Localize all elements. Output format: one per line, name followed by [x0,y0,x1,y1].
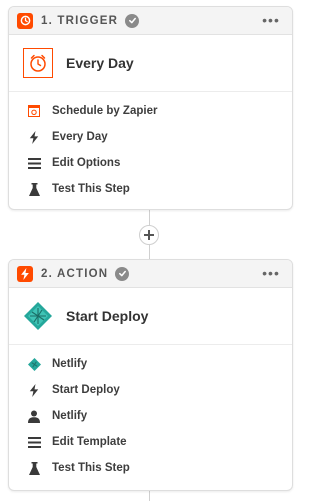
check-icon [125,13,140,28]
substep-event[interactable]: Start Deploy [9,377,292,403]
substep-label: Edit Options [52,157,121,169]
trigger-app-row[interactable]: Every Day [9,35,292,92]
connector-line-end [149,490,150,501]
lines-icon [27,435,41,449]
trigger-substeps: Schedule by Zapier Every Day Edit Option… [9,92,292,202]
substep-label: Netlify [52,410,88,422]
action-more-button[interactable]: ••• [258,263,284,283]
trigger-app-title: Every Day [66,55,134,71]
action-substeps: Netlify Start Deploy Netlify Edit Templa… [9,345,292,481]
check-icon [115,266,130,281]
trigger-more-button[interactable]: ••• [258,10,284,30]
substep-label: Every Day [52,131,108,143]
action-badge-icon [17,265,33,282]
flask-icon [27,182,41,196]
substep-event[interactable]: Every Day [9,124,292,150]
lightning-bolt-icon [27,130,41,144]
lightning-bolt-icon [27,383,41,397]
substep-test[interactable]: Test This Step [9,455,292,481]
substep-label: Netlify [52,358,88,370]
substep-edit-template[interactable]: Edit Template [9,429,292,455]
substep-account[interactable]: Netlify [9,403,292,429]
action-app-title: Start Deploy [66,308,149,324]
trigger-badge-icon [17,12,33,29]
action-step-header[interactable]: 2. ACTION ••• [9,260,292,288]
add-step-button[interactable] [139,225,159,245]
substep-label: Edit Template [52,436,127,448]
action-step-title: 2. ACTION [41,267,109,280]
action-app-row[interactable]: Start Deploy [9,288,292,345]
trigger-step-title: 1. TRIGGER [41,14,119,27]
action-step-card[interactable]: 2. ACTION ••• Start Deploy Netlify Start… [8,259,293,491]
lines-icon [27,156,41,170]
substep-app[interactable]: Netlify [9,351,292,377]
substep-app[interactable]: Schedule by Zapier [9,98,292,124]
schedule-icon [27,104,41,118]
substep-test[interactable]: Test This Step [9,176,292,202]
substep-label: Test This Step [52,183,130,195]
plus-icon [144,230,154,240]
netlify-logo-icon [23,301,53,331]
substep-label: Schedule by Zapier [52,105,158,117]
substep-label: Test This Step [52,462,130,474]
substep-label: Start Deploy [52,384,120,396]
trigger-step-card[interactable]: 1. TRIGGER ••• Every Day Schedule by Zap… [8,6,293,210]
connector-line-bottom [149,245,150,259]
connector-line-top [149,209,150,225]
user-icon [27,409,41,423]
flask-icon [27,461,41,475]
substep-edit-options[interactable]: Edit Options [9,150,292,176]
alarm-clock-icon [23,48,53,78]
trigger-step-header[interactable]: 1. TRIGGER ••• [9,7,292,35]
netlify-icon [27,357,41,371]
